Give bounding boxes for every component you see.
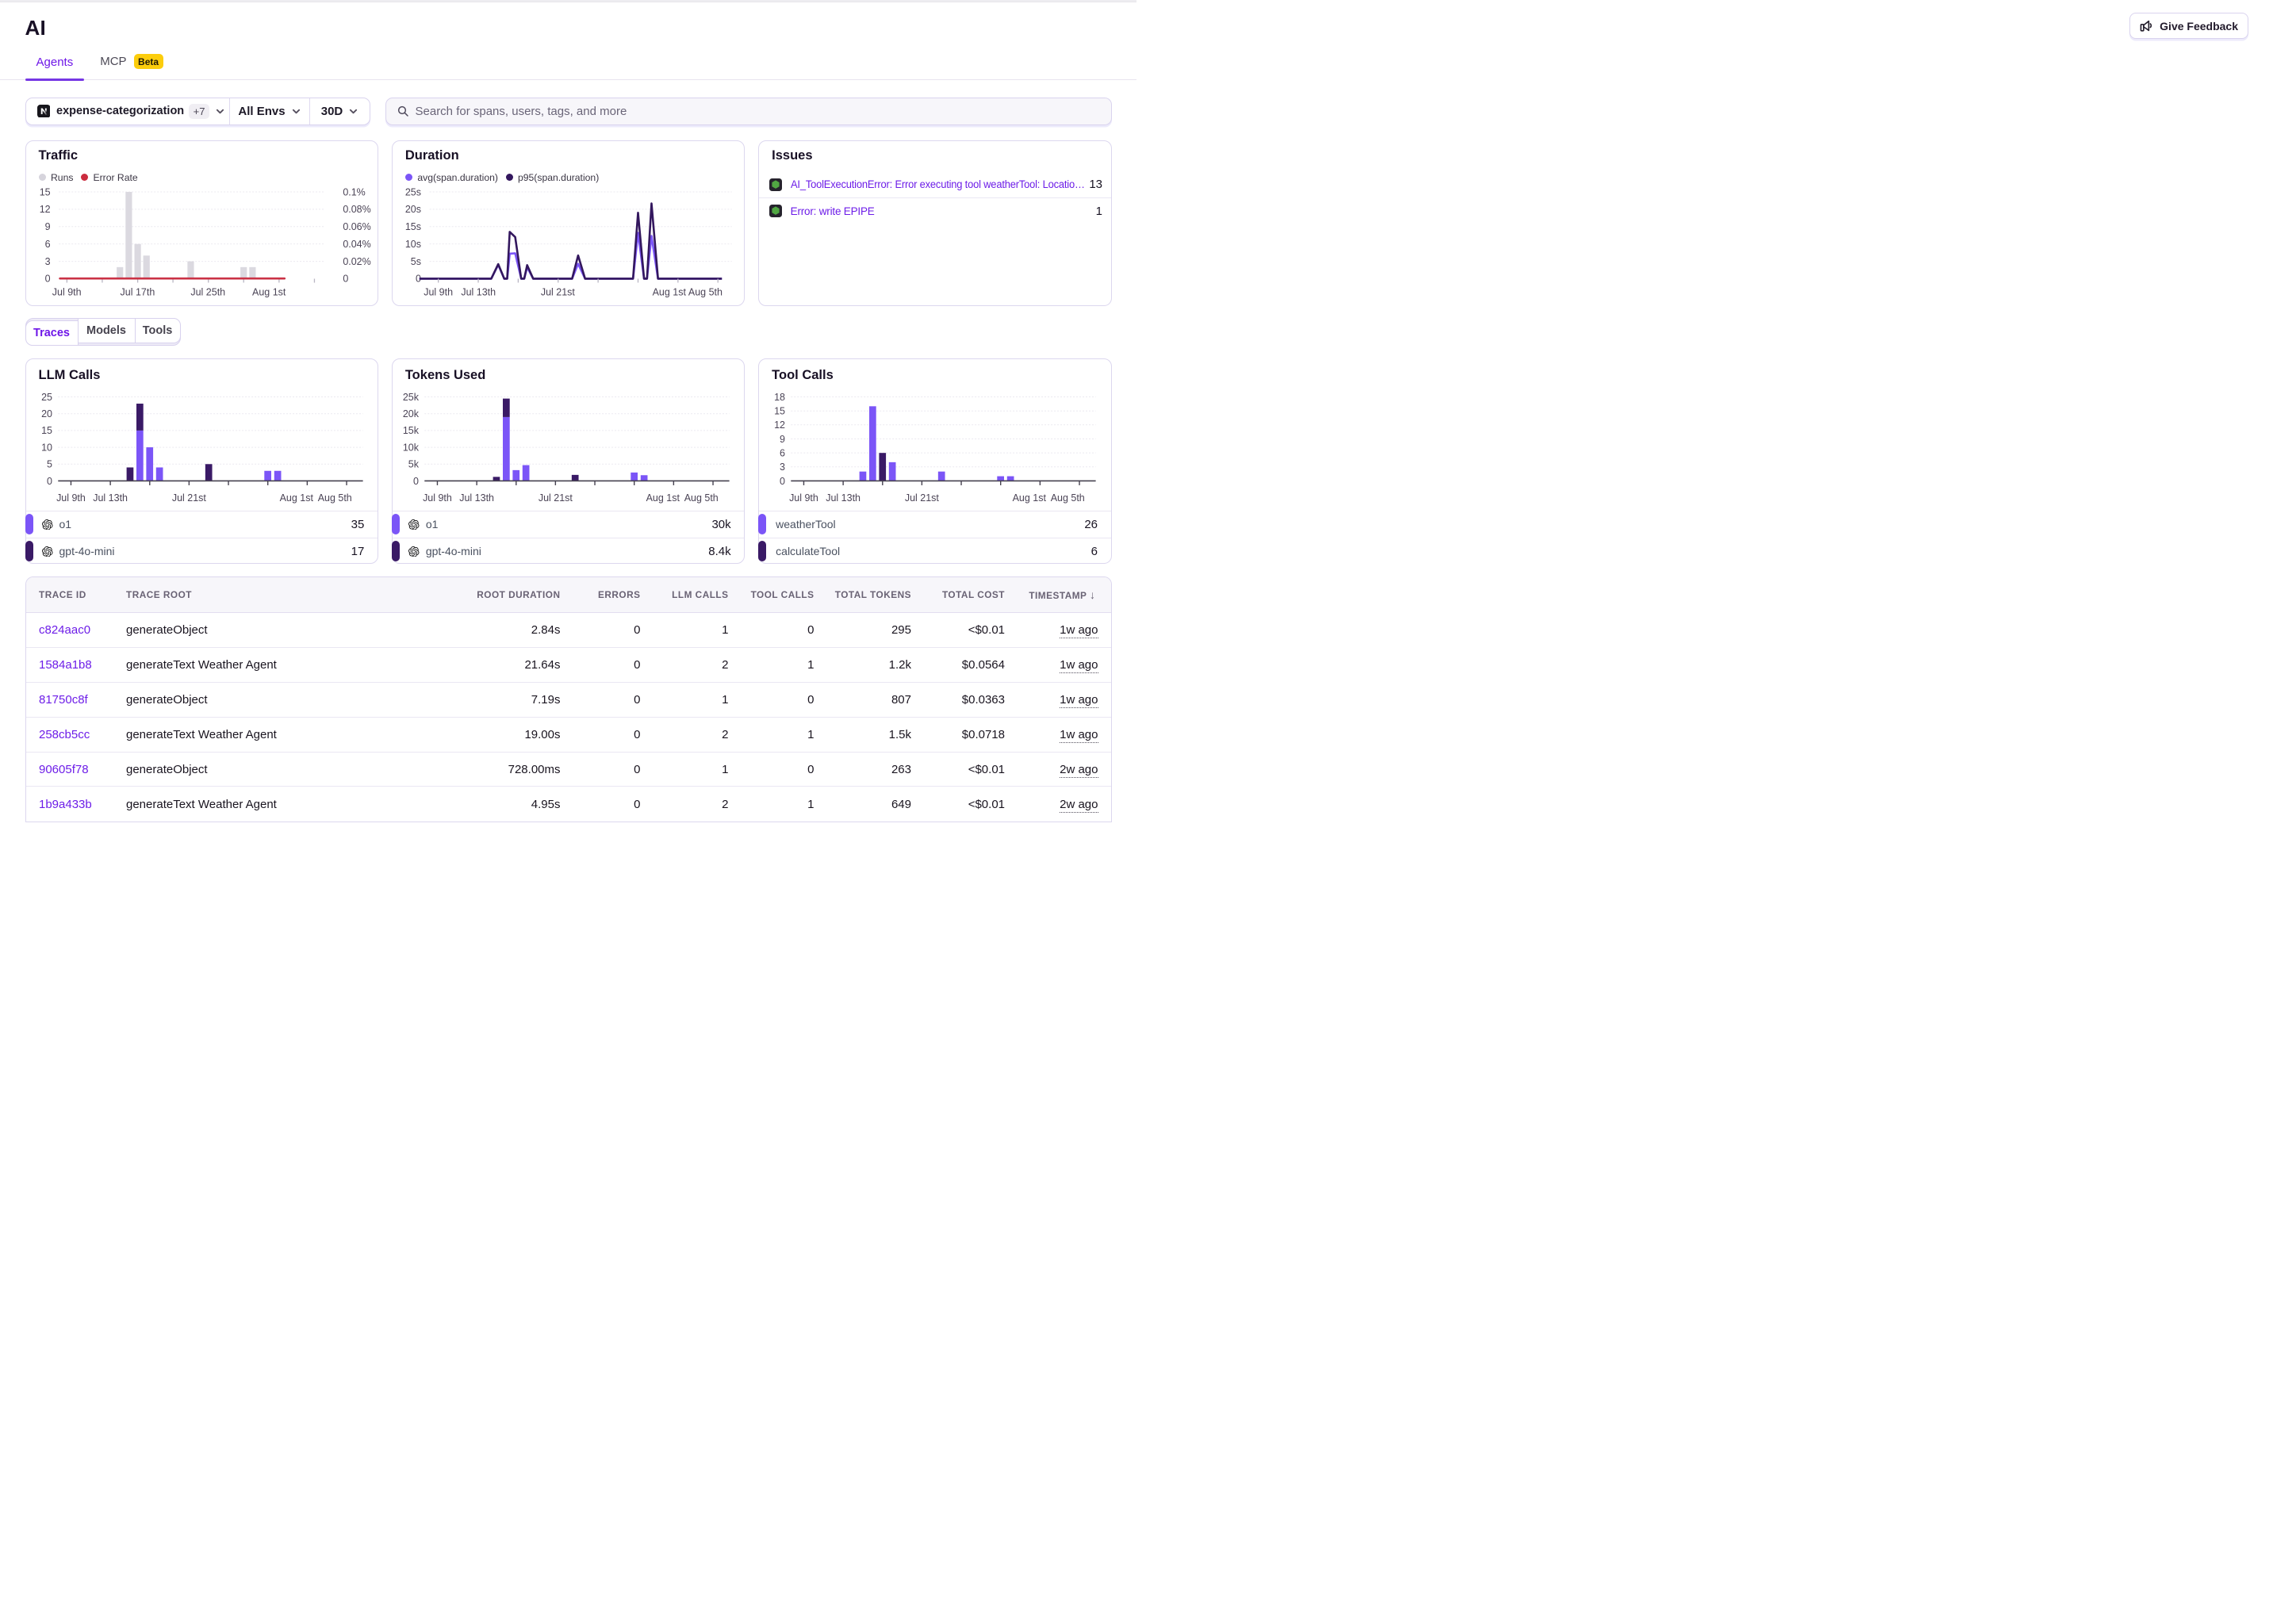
svg-text:25: 25 bbox=[41, 391, 52, 402]
svg-text:10s: 10s bbox=[405, 238, 421, 249]
svg-text:Jul 21st: Jul 21st bbox=[541, 286, 576, 297]
svg-text:Aug 1st: Aug 1st bbox=[652, 286, 686, 297]
svg-text:3: 3 bbox=[44, 255, 50, 266]
svg-text:Jul 9th: Jul 9th bbox=[52, 286, 81, 297]
svg-text:9: 9 bbox=[780, 433, 785, 444]
svg-text:Aug 5th: Aug 5th bbox=[688, 286, 723, 297]
svg-text:Jul 25th: Jul 25th bbox=[190, 286, 225, 297]
svg-text:5: 5 bbox=[47, 458, 52, 469]
svg-text:18: 18 bbox=[774, 391, 785, 402]
svg-text:Jul 9th: Jul 9th bbox=[424, 286, 453, 297]
svg-text:Aug 5th: Aug 5th bbox=[317, 492, 351, 503]
svg-text:15: 15 bbox=[774, 405, 785, 416]
svg-text:0.06%: 0.06% bbox=[343, 221, 370, 232]
svg-text:15: 15 bbox=[39, 186, 50, 197]
svg-text:Jul 21st: Jul 21st bbox=[905, 492, 940, 503]
svg-text:12: 12 bbox=[39, 204, 50, 215]
svg-text:Jul 13th: Jul 13th bbox=[459, 492, 494, 503]
svg-text:Jul 13th: Jul 13th bbox=[93, 492, 128, 503]
svg-text:15: 15 bbox=[41, 425, 52, 436]
svg-text:Aug 1st: Aug 1st bbox=[1013, 492, 1047, 503]
svg-text:Jul 17th: Jul 17th bbox=[120, 286, 155, 297]
svg-text:0.08%: 0.08% bbox=[343, 204, 370, 215]
svg-text:Aug 5th: Aug 5th bbox=[684, 492, 719, 503]
svg-text:0: 0 bbox=[47, 475, 52, 486]
svg-text:10: 10 bbox=[41, 442, 52, 453]
svg-text:0.02%: 0.02% bbox=[343, 255, 370, 266]
svg-text:0: 0 bbox=[413, 475, 419, 486]
svg-text:Jul 9th: Jul 9th bbox=[789, 492, 818, 503]
svg-text:5k: 5k bbox=[408, 458, 420, 469]
svg-text:0: 0 bbox=[343, 273, 348, 284]
svg-text:10k: 10k bbox=[403, 442, 420, 453]
svg-text:Jul 13th: Jul 13th bbox=[461, 286, 496, 297]
svg-text:Jul 9th: Jul 9th bbox=[56, 492, 86, 503]
svg-text:Aug 5th: Aug 5th bbox=[1051, 492, 1085, 503]
svg-text:Aug 1st: Aug 1st bbox=[279, 492, 313, 503]
svg-text:Jul 21st: Jul 21st bbox=[171, 492, 206, 503]
svg-text:6: 6 bbox=[44, 238, 50, 249]
svg-text:6: 6 bbox=[780, 447, 785, 458]
svg-text:12: 12 bbox=[774, 419, 785, 431]
svg-text:0: 0 bbox=[44, 273, 50, 284]
svg-text:0.04%: 0.04% bbox=[343, 238, 370, 249]
svg-text:0: 0 bbox=[780, 475, 785, 486]
svg-text:Jul 13th: Jul 13th bbox=[826, 492, 861, 503]
svg-text:9: 9 bbox=[44, 221, 50, 232]
svg-text:Aug 1st: Aug 1st bbox=[646, 492, 680, 503]
svg-text:20k: 20k bbox=[403, 408, 420, 419]
svg-text:15k: 15k bbox=[403, 425, 420, 436]
svg-text:5s: 5s bbox=[411, 255, 421, 266]
svg-text:Aug 1st: Aug 1st bbox=[252, 286, 286, 297]
svg-text:25s: 25s bbox=[405, 186, 421, 197]
svg-text:20s: 20s bbox=[405, 204, 421, 215]
svg-text:Jul 9th: Jul 9th bbox=[423, 492, 452, 503]
svg-text:15s: 15s bbox=[405, 221, 421, 232]
svg-text:20: 20 bbox=[41, 408, 52, 419]
svg-text:0.1%: 0.1% bbox=[343, 186, 365, 197]
svg-text:Jul 21st: Jul 21st bbox=[539, 492, 573, 503]
svg-text:3: 3 bbox=[780, 462, 785, 473]
svg-text:25k: 25k bbox=[403, 391, 420, 402]
